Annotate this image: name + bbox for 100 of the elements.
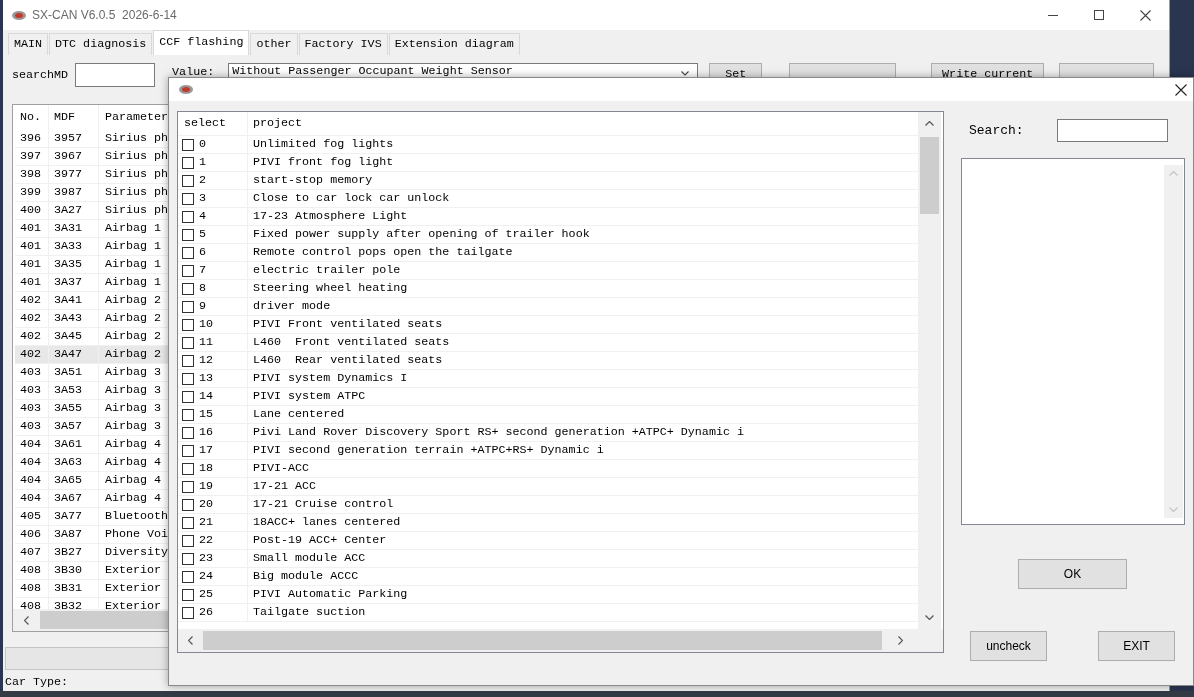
checkbox[interactable] xyxy=(182,138,194,151)
item-number: 7 xyxy=(199,264,206,277)
close-icon[interactable] xyxy=(1175,83,1187,96)
checkbox[interactable] xyxy=(182,246,194,259)
checkbox[interactable] xyxy=(182,282,194,295)
list-row[interactable]: 23 Small module ACC xyxy=(178,550,918,568)
checkbox[interactable] xyxy=(182,552,194,565)
checkbox[interactable] xyxy=(182,156,194,169)
checkbox[interactable] xyxy=(182,354,194,367)
search-field[interactable] xyxy=(1057,119,1168,142)
scrollbar[interactable] xyxy=(918,112,941,629)
column-header[interactable]: No. xyxy=(20,111,42,124)
tab[interactable]: DTC diagnosis xyxy=(49,33,153,55)
scrollbar-thumb[interactable] xyxy=(920,137,939,214)
checkbox[interactable] xyxy=(182,228,194,241)
list-row[interactable]: 12 L460 Rear ventilated seats xyxy=(178,352,918,370)
table-cell: 397 xyxy=(20,150,42,163)
checkbox[interactable] xyxy=(182,408,194,421)
column-header[interactable]: MDF xyxy=(54,111,76,124)
maximize-icon[interactable] xyxy=(1094,10,1104,20)
chevron-left-icon[interactable] xyxy=(188,636,193,645)
exit-button[interactable]: EXIT xyxy=(1098,631,1175,661)
list-row[interactable]: 17 PIVI second generation terrain +ATPC+RS+ Dynamic i xyxy=(178,442,918,460)
column-header[interactable]: select xyxy=(184,117,227,130)
list-row[interactable]: 15 Lane centered xyxy=(178,406,918,424)
project-name: PIVI Automatic Parking xyxy=(253,588,408,601)
list-row[interactable]: 3 Close to car lock car unlock xyxy=(178,190,918,208)
list-row[interactable]: 5 Fixed power supply after opening of trailer hook xyxy=(178,226,918,244)
list-row[interactable]: 7 electric trailer pole xyxy=(178,262,918,280)
list-row[interactable]: 0 Unlimited fog lights xyxy=(178,136,918,154)
search-field[interactable] xyxy=(75,63,156,87)
table-cell: 3A65 xyxy=(54,474,83,487)
minimize-icon[interactable] xyxy=(1048,14,1058,16)
column-header[interactable]: project xyxy=(253,117,303,130)
checkbox[interactable] xyxy=(182,498,194,511)
tab[interactable]: MAIN xyxy=(8,33,49,55)
list-row[interactable]: 18 PIVI-ACC xyxy=(178,460,918,478)
checkbox[interactable] xyxy=(182,210,194,223)
chevron-down-icon[interactable] xyxy=(925,615,934,620)
table-cell: 401 xyxy=(20,240,42,253)
checkbox[interactable] xyxy=(182,588,194,601)
checkbox[interactable] xyxy=(182,390,194,403)
checkbox[interactable] xyxy=(182,372,194,385)
chevron-right-icon[interactable] xyxy=(897,636,903,645)
list-row[interactable]: 11 L460 Front ventilated seats xyxy=(178,334,918,352)
checkbox[interactable] xyxy=(182,570,194,583)
checkbox[interactable] xyxy=(182,264,194,277)
table-cell: 3A37 xyxy=(54,276,83,289)
list-row[interactable]: 20 17-21 Cruise control xyxy=(178,496,918,514)
checkbox[interactable] xyxy=(182,444,194,457)
checkbox[interactable] xyxy=(182,462,194,475)
list-row[interactable]: 25 PIVI Automatic Parking xyxy=(178,586,918,604)
list-row[interactable]: 21 18ACC+ lanes centered xyxy=(178,514,918,532)
table-cell: 408 xyxy=(20,600,42,609)
tab[interactable]: Extension diagram xyxy=(388,33,520,55)
project-name: driver mode xyxy=(253,300,331,313)
list-row[interactable]: 10 PIVI Front ventilated seats xyxy=(178,316,918,334)
list-row[interactable]: 13 PIVI system Dynamics I xyxy=(178,370,918,388)
list-row[interactable]: 14 PIVI system ATPC xyxy=(178,388,918,406)
close-icon[interactable] xyxy=(1140,9,1151,21)
list-row[interactable]: 26 Tailgate suction xyxy=(178,604,918,622)
list-row[interactable]: 2 start-stop memory xyxy=(178,172,918,190)
table-cell: 3A41 xyxy=(54,294,83,307)
table-cell: 403 xyxy=(20,366,42,379)
checkbox[interactable] xyxy=(182,426,194,439)
item-number: 23 xyxy=(199,552,214,565)
tab[interactable]: CCF flashing xyxy=(153,30,250,55)
list-row[interactable]: 24 Big module ACCC xyxy=(178,568,918,586)
chevron-up-icon[interactable] xyxy=(925,121,934,126)
checkbox[interactable] xyxy=(182,336,194,349)
list-row[interactable]: 16 Pivi Land Rover Discovery Sport RS+ second generation +ATPC+ Dynamic i xyxy=(178,424,918,442)
checkbox[interactable] xyxy=(182,300,194,313)
column-header[interactable]: Parameter xyxy=(105,111,169,124)
tab[interactable]: other xyxy=(250,33,298,55)
checkbox[interactable] xyxy=(182,318,194,331)
scrollbar-thumb[interactable] xyxy=(203,631,882,650)
checkbox[interactable] xyxy=(182,516,194,529)
checkbox[interactable] xyxy=(182,606,194,619)
uncheck-button[interactable]: uncheck xyxy=(970,631,1047,661)
table-cell: Sirius ph xyxy=(105,150,169,163)
item-number: 0 xyxy=(199,138,206,151)
table-cell: 404 xyxy=(20,492,42,505)
list-row[interactable]: 1 PIVI front fog light xyxy=(178,154,918,172)
list-row[interactable]: 22 Post-19 ACC+ Center xyxy=(178,532,918,550)
tab[interactable]: Factory IVS xyxy=(298,33,388,55)
checkbox[interactable] xyxy=(182,534,194,547)
list-row[interactable]: 19 17-21 ACC xyxy=(178,478,918,496)
list-row[interactable]: 6 Remote control pops open the tailgate xyxy=(178,244,918,262)
table-cell: Airbag 2 xyxy=(105,312,162,325)
project-name: Fixed power supply after opening of trailer hook xyxy=(253,228,590,241)
chevron-left-icon[interactable] xyxy=(24,615,29,625)
ok-button[interactable]: OK xyxy=(1018,559,1127,589)
list-row[interactable]: 9 driver mode xyxy=(178,298,918,316)
list-row[interactable]: 4 17-23 Atmosphere Light xyxy=(178,208,918,226)
table-cell: 3A31 xyxy=(54,222,83,235)
list-row[interactable]: 8 Steering wheel heating xyxy=(178,280,918,298)
checkbox[interactable] xyxy=(182,174,194,187)
item-number: 3 xyxy=(199,192,206,205)
checkbox[interactable] xyxy=(182,480,194,493)
checkbox[interactable] xyxy=(182,192,194,205)
